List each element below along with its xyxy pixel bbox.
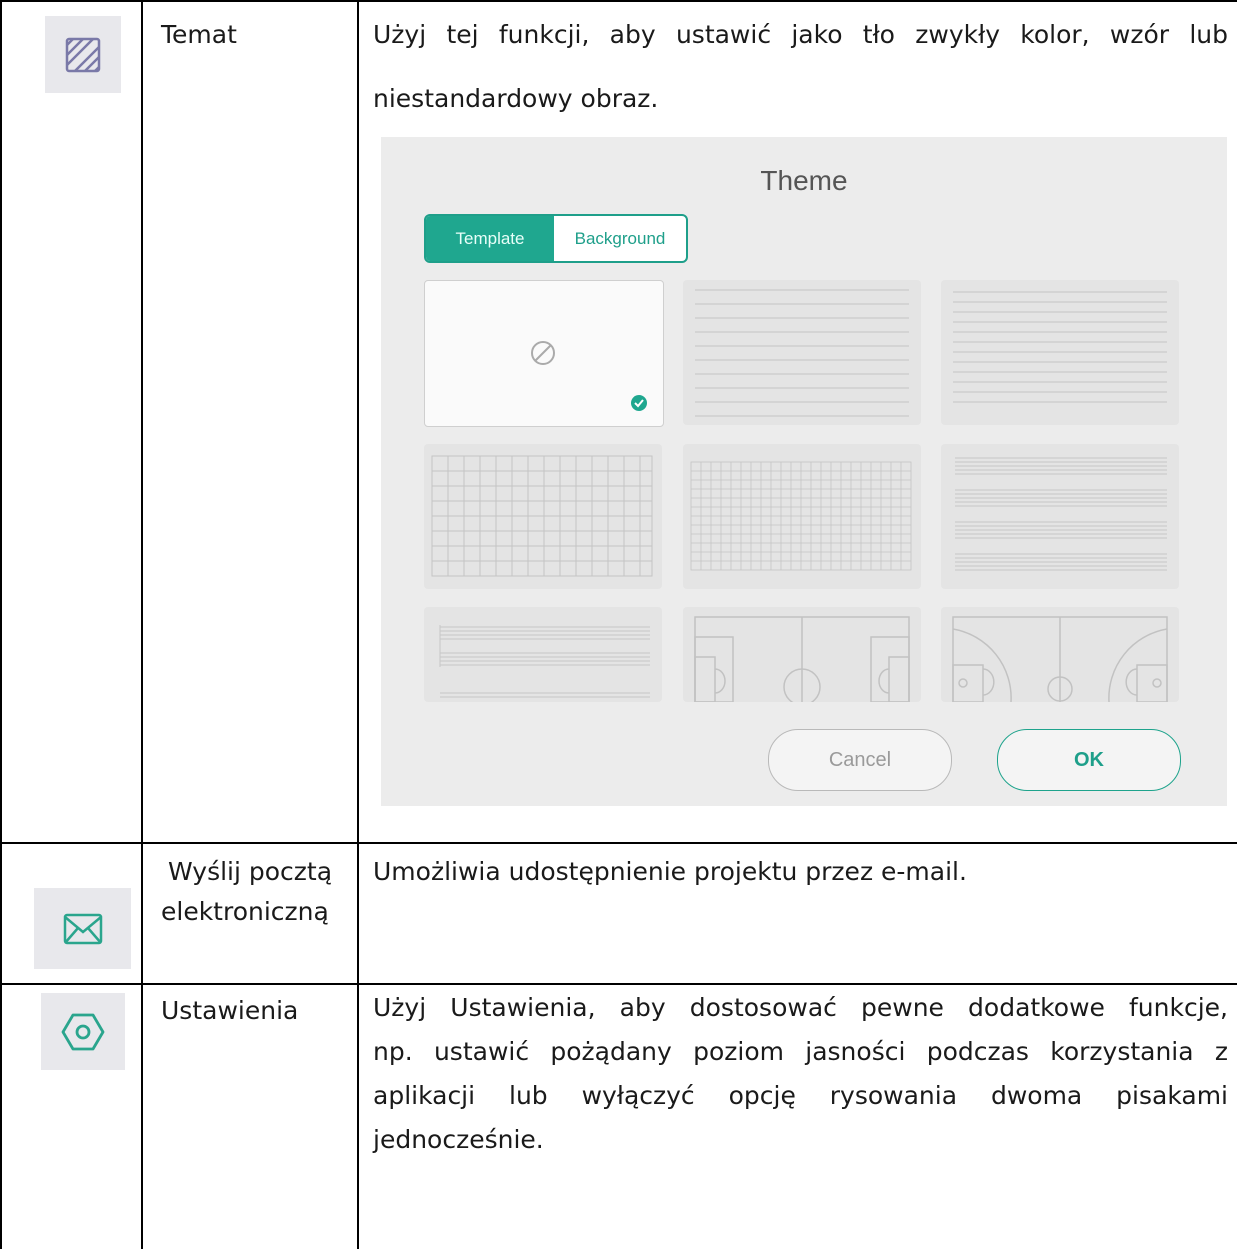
settings-description-line4: jednocześnie. bbox=[373, 1125, 544, 1154]
lined-pattern bbox=[695, 289, 909, 417]
email-description: Umożliwia udostępnienie projektu przez e… bbox=[373, 857, 967, 886]
column-divider-1 bbox=[141, 0, 143, 1249]
row-divider-1 bbox=[0, 842, 1237, 844]
row-divider-2 bbox=[0, 983, 1237, 985]
tab-background[interactable]: Background bbox=[554, 216, 686, 261]
settings-description-line1: Użyj Ustawienia, aby dostosować pewne do… bbox=[373, 993, 1228, 1022]
template-lined-tile[interactable] bbox=[683, 280, 921, 425]
email-name-line1: Wyślij pocztą bbox=[168, 857, 333, 886]
theme-name: Temat bbox=[161, 20, 237, 49]
email-icon-box bbox=[34, 888, 131, 969]
envelope-icon bbox=[63, 913, 102, 944]
settings-name: Ustawienia bbox=[161, 996, 299, 1025]
template-narrow-lined-tile[interactable] bbox=[941, 280, 1179, 425]
email-name-line2: elektroniczną bbox=[161, 897, 329, 926]
template-fine-grid-tile[interactable] bbox=[683, 444, 921, 589]
table-left-border bbox=[0, 0, 2, 1249]
theme-description-line2: niestandardowy obraz. bbox=[373, 84, 659, 113]
template-staff-tile[interactable] bbox=[941, 444, 1179, 589]
hexagon-settings-icon bbox=[61, 1013, 105, 1050]
hatched-square-icon bbox=[65, 37, 101, 72]
template-grid-tile[interactable] bbox=[424, 444, 662, 589]
template-basketball-court-tile[interactable] bbox=[941, 607, 1179, 702]
settings-description-line2: np. ustawić pożądany poziom jasności pod… bbox=[373, 1037, 1228, 1066]
table-top-border bbox=[0, 0, 1237, 2]
settings-description-line3: aplikacji lub wyłączyć opcję rysowania d… bbox=[373, 1081, 1228, 1110]
column-divider-2 bbox=[357, 0, 359, 1249]
cancel-button[interactable]: Cancel bbox=[768, 729, 952, 791]
ok-button[interactable]: OK bbox=[997, 729, 1181, 791]
theme-dialog: Theme Template Background Cancel OK bbox=[381, 137, 1227, 806]
template-none-tile[interactable] bbox=[424, 280, 664, 427]
theme-icon-box bbox=[45, 16, 121, 93]
template-music-tile[interactable] bbox=[424, 607, 662, 702]
tab-switch: Template Background bbox=[424, 214, 688, 263]
tab-template[interactable]: Template bbox=[426, 216, 554, 261]
theme-description-line1: Użyj tej funkcji, aby ustawić jako tło z… bbox=[373, 20, 1228, 49]
dialog-title: Theme bbox=[760, 165, 848, 196]
template-football-field-tile[interactable] bbox=[683, 607, 921, 702]
settings-icon-box bbox=[41, 993, 125, 1070]
